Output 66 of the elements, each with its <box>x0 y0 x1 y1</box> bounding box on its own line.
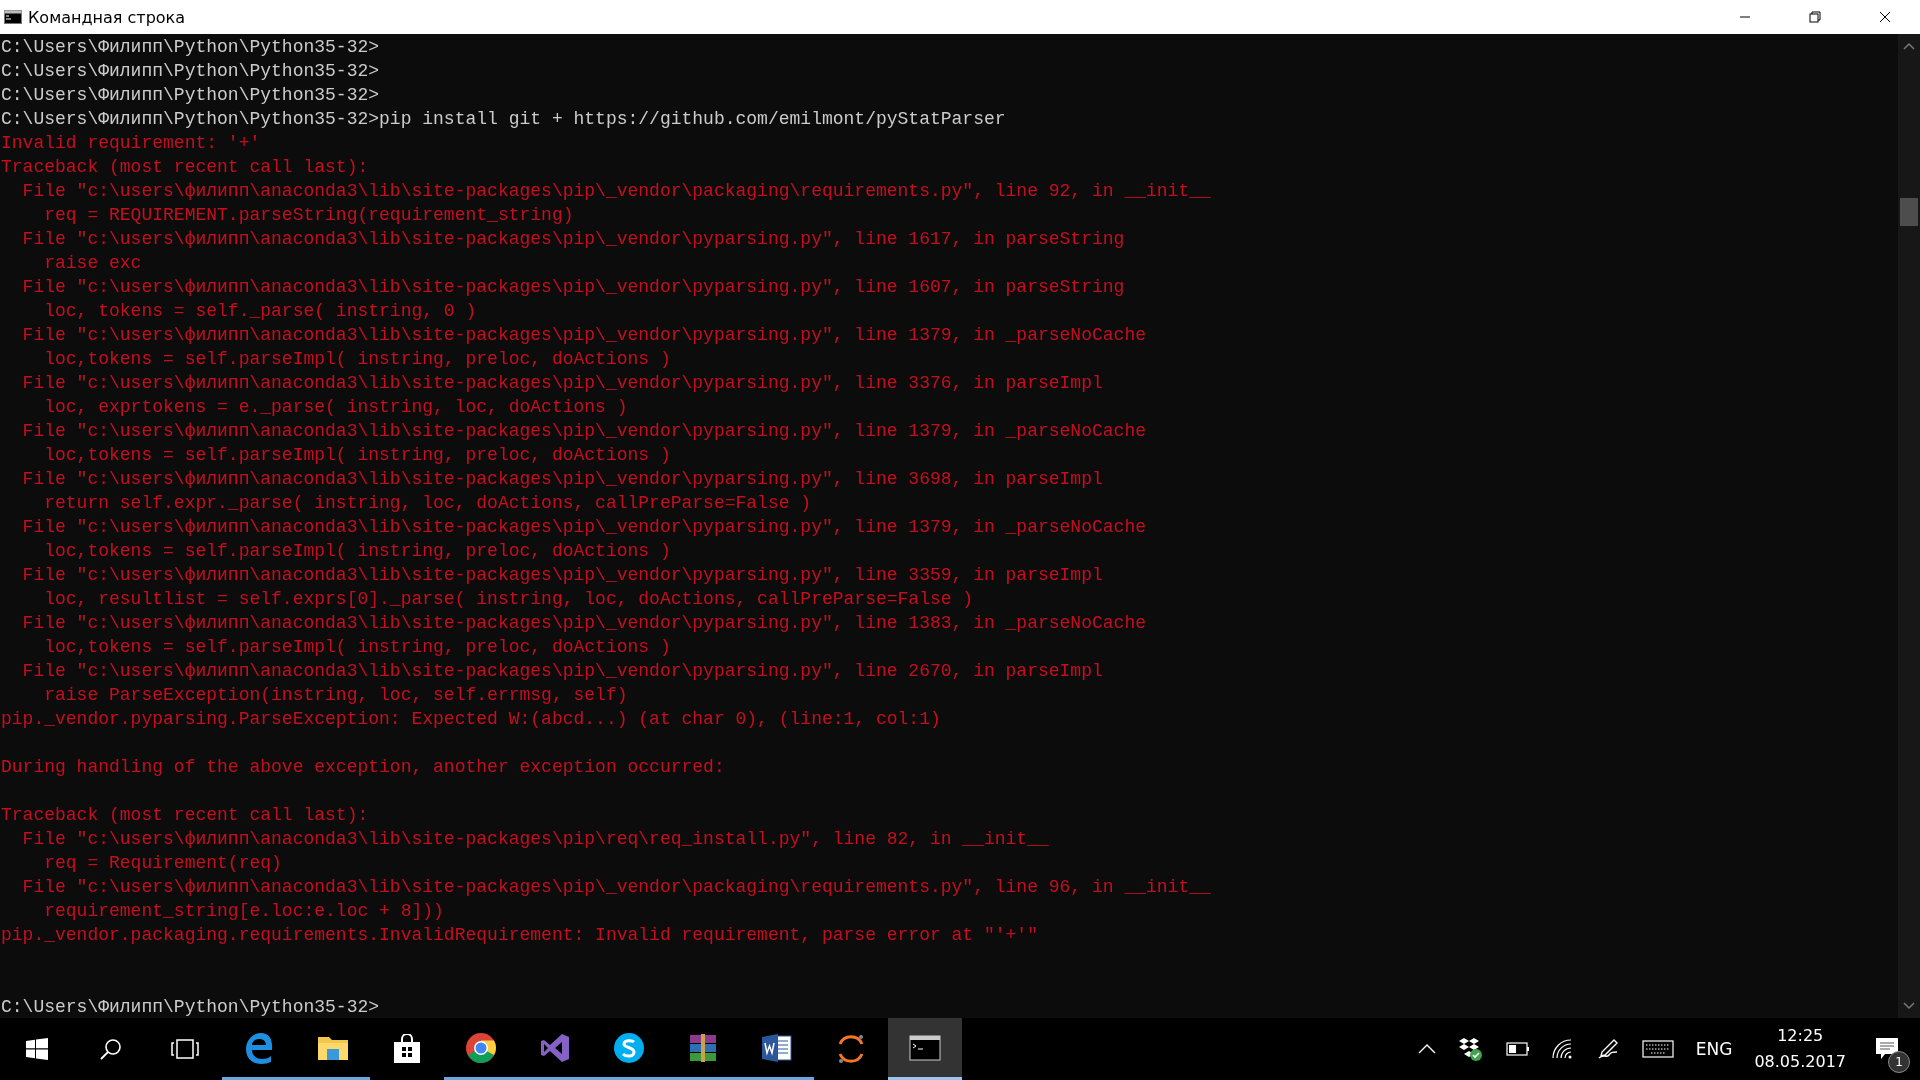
console-line: File "c:\users\филипп\anaconda3\lib\site-packages\pip\_vendor\pyparsing.py", line 1379, in _parseNoCache <box>21 324 1147 347</box>
taskbar-app-button[interactable] <box>888 1018 962 1080</box>
scroll-up-icon[interactable] <box>1903 42 1915 50</box>
letter-e-icon <box>243 1031 275 1064</box>
battery-icon[interactable] <box>1505 1042 1530 1056</box>
close-icon[interactable] <box>1879 11 1891 23</box>
console-line: loc,tokens = self.parseImpl( instring, preloc, doActions ) <box>43 444 672 467</box>
search-icon[interactable] <box>99 1037 123 1061</box>
console-line: loc, exprtokens = e._parse( instring, loc, doActions ) <box>43 396 629 419</box>
sync-box-icon[interactable] <box>1457 1036 1484 1062</box>
console-line: Invalid requirement: '+' <box>1 132 262 155</box>
shopping-bag-icon <box>392 1034 422 1064</box>
console-line: loc, tokens = self._parse( instring, 0 ) <box>43 300 478 323</box>
console-line: File "c:\users\филипп\anaconda3\lib\site-packages\pip\_vendor\packaging\requirements.py", line 96, in __init__ <box>21 876 1212 899</box>
wifi-icon[interactable] <box>1551 1039 1574 1059</box>
clock-date[interactable]: 08.05.2017 <box>1754 1049 1846 1075</box>
console-line: C:\Users\Филипп\Python\Python35-32> <box>1 60 381 83</box>
chevron-up-icon[interactable] <box>1417 1044 1436 1054</box>
console-icon <box>4 10 22 24</box>
browser-circle-icon <box>465 1031 497 1064</box>
restore-icon[interactable] <box>1809 11 1821 23</box>
keyboard-icon[interactable] <box>1641 1040 1674 1058</box>
console-line: File "c:\users\филипп\anaconda3\lib\site-packages\pip\_vendor\pyparsing.py", line 1607, in parseString <box>21 276 1126 299</box>
console-icon <box>909 1034 941 1061</box>
console-line: loc,tokens = self.parseImpl( instring, preloc, doActions ) <box>43 348 672 371</box>
console-line: C:\Users\Филипп\Python\Python35-32> <box>1 84 381 107</box>
console-line: File "c:\users\филипп\anaconda3\lib\site-packages\pip\_vendor\pyparsing.py", line 1617, in parseString <box>21 228 1126 251</box>
console-line: File "c:\users\филипп\anaconda3\lib\site-packages\pip\_vendor\pyparsing.py", line 3376, in parseImpl <box>21 372 1104 395</box>
console-line: raise ParseException(instring, loc, self.errmsg, self) <box>43 684 629 707</box>
letter-s-circle-icon <box>613 1031 645 1064</box>
clock-time[interactable]: 12:25 <box>1777 1023 1824 1049</box>
infinity-ribbon-icon <box>539 1031 571 1064</box>
windows-logo-icon[interactable] <box>25 1037 49 1061</box>
console-line: C:\Users\Филипп\Python\Python35-32> <box>1 996 381 1018</box>
console-line: loc,tokens = self.parseImpl( instring, preloc, doActions ) <box>43 636 672 659</box>
scroll-down-icon[interactable] <box>1903 1002 1915 1010</box>
console-line: C:\Users\Филипп\Python\Python35-32> <box>1 36 381 59</box>
console-line: File "c:\users\филипп\anaconda3\lib\site-packages\pip\_vendor\pyparsing.py", line 1379, in _parseNoCache <box>21 420 1147 443</box>
console-line: raise exc <box>43 252 143 275</box>
task-view-icon[interactable] <box>170 1037 200 1061</box>
console-line: File "c:\users\филипп\anaconda3\lib\site-packages\pip\_vendor\pyparsing.py", line 1379, in _parseNoCache <box>21 516 1147 539</box>
console-line: pip._vendor.packaging.requirements.InvalidRequirement: Invalid requirement, parse error at "'+'" <box>1 924 1039 947</box>
window-title: Командная строка <box>28 7 187 27</box>
console-line: requirement_string[e.loc:e.loc + 8])) <box>43 900 445 923</box>
console-line: loc, resultlist = self.exprs[0]._parse( instring, loc, doActions, callPreParse=False ) <box>43 588 975 611</box>
console-line: File "c:\users\филипп\anaconda3\lib\site-packages\pip\_vendor\pyparsing.py", line 3359, in parseImpl <box>21 564 1104 587</box>
letter-w-document-icon <box>761 1032 793 1063</box>
console-line: File "c:\users\филипп\anaconda3\lib\site-packages\pip\_vendor\packaging\requirements.py", line 92, in __init__ <box>21 180 1212 203</box>
stacked-books-icon <box>687 1032 719 1063</box>
console-line: pip._vendor.pyparsing.ParseException: Expected W:(abcd...) (at char 0), (line:1, col:1) <box>1 708 942 731</box>
notification-count: 1 <box>1888 1051 1910 1073</box>
console-line: req = Requirement(req) <box>43 852 283 875</box>
language-indicator[interactable]: ENG <box>1695 1039 1733 1059</box>
console-line: File "c:\users\филипп\anaconda3\lib\site-packages\pip\_vendor\pyparsing.py", line 2670, in parseImpl <box>21 660 1104 683</box>
console-line: During handling of the above exception, another exception occurred: <box>1 756 726 779</box>
console-line: Traceback (most recent call last): <box>1 156 370 179</box>
console-line: Traceback (most recent call last): <box>1 804 370 827</box>
scrollbar[interactable] <box>1898 34 1920 1018</box>
console-line: return self.expr._parse( instring, loc, doActions, callPreParse=False ) <box>43 492 813 515</box>
console-line: File "c:\users\филипп\anaconda3\lib\site-packages\pip\_vendor\pyparsing.py", line 3698, in parseImpl <box>21 468 1104 491</box>
console-line: File "c:\users\филипп\anaconda3\lib\site-packages\pip\req\req_install.py", line 82, in __init__ <box>21 828 1050 851</box>
console-line: C:\Users\Филипп\Python\Python35-32>pip install git + https://github.com/emilmont/pyStatParser <box>1 108 1007 131</box>
console-line: File "c:\users\филипп\anaconda3\lib\site-packages\pip\_vendor\pyparsing.py", line 1383, in _parseNoCache <box>21 612 1147 635</box>
scrollbar-thumb[interactable] <box>1900 198 1918 226</box>
console-line: req = REQUIREMENT.parseString(requirement_string) <box>43 204 575 227</box>
console-line: loc,tokens = self.parseImpl( instring, preloc, doActions ) <box>43 540 672 563</box>
